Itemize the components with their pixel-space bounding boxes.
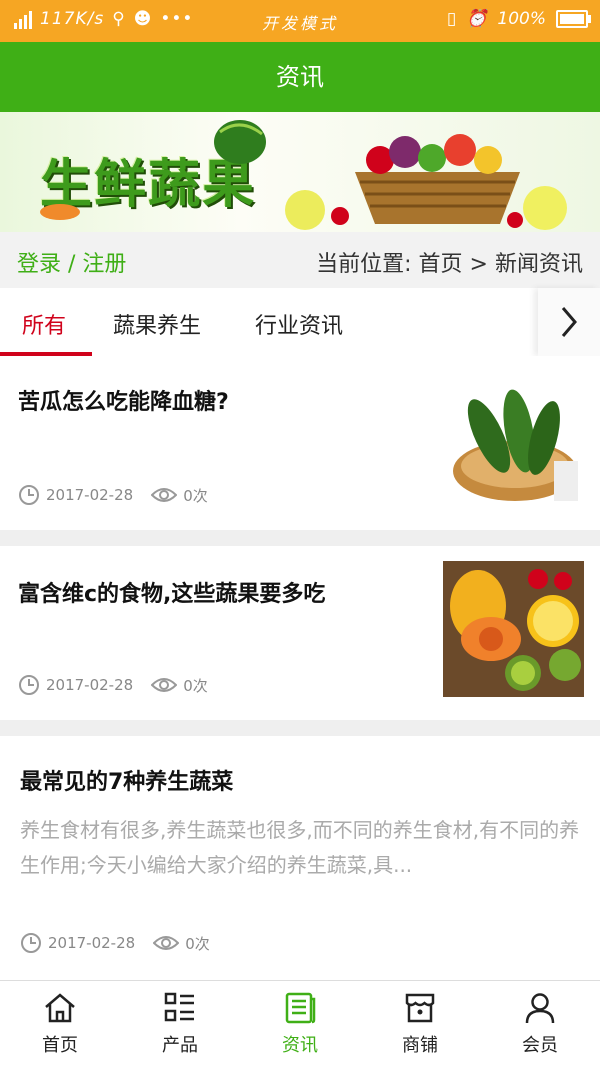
tab-industry-news[interactable]: 行业资讯 xyxy=(255,308,343,340)
home-icon xyxy=(45,993,75,1023)
article-date: 2017-02-28 xyxy=(46,486,134,504)
list-icon xyxy=(164,992,194,1022)
breadcrumb-separator: > xyxy=(469,252,488,277)
tabs-next-button[interactable] xyxy=(538,288,600,356)
page-header: 资讯 xyxy=(0,42,600,112)
article-views: 0次 xyxy=(185,934,210,953)
battery-icon xyxy=(556,10,591,28)
category-tabs: 所有 蔬果养生 行业资讯 xyxy=(0,288,600,356)
vibrate-icon: ▯ xyxy=(446,9,457,29)
breadcrumb-current: 新闻资讯 xyxy=(494,252,583,277)
article-card[interactable]: 最常见的7种养生蔬菜 养生食材有很多,养生蔬菜也很多,而不同的养生食材,有不同的… xyxy=(0,736,600,980)
article-title[interactable]: 富含维c的食物,这些蔬果要多吃 xyxy=(18,576,325,608)
bottom-nav: 首页 产品 资讯 商铺 会员 xyxy=(0,980,600,1068)
user-icon xyxy=(525,993,555,1024)
news-icon xyxy=(285,992,316,1024)
article-card[interactable]: 富含维c的食物,这些蔬果要多吃 2017-02-28 0次 xyxy=(0,546,600,720)
nav-products-label: 产品 xyxy=(162,1035,198,1056)
article-summary: 养生食材有很多,养生蔬菜也很多,而不同的养生食材,有不同的养生作用;今天小编给大… xyxy=(20,818,580,877)
clock-icon xyxy=(19,675,39,695)
nav-products[interactable]: 产品 xyxy=(120,981,240,1068)
article-title[interactable]: 最常见的7种养生蔬菜 xyxy=(20,764,233,796)
article-meta: 2017-02-28 0次 xyxy=(18,484,226,506)
nav-store[interactable]: 商铺 xyxy=(360,981,480,1068)
clock-icon xyxy=(19,485,39,505)
article-thumbnail[interactable] xyxy=(443,561,584,697)
page-title: 资讯 xyxy=(276,63,324,91)
breadcrumb: 当前位置: 首页 > 新闻资讯 xyxy=(316,246,583,278)
article-date: 2017-02-28 xyxy=(46,676,134,694)
login-register-link[interactable]: 登录 / 注册 xyxy=(17,246,126,278)
tab-all[interactable]: 所有 xyxy=(22,308,66,340)
article-views: 0次 xyxy=(183,676,208,695)
nav-news[interactable]: 资讯 xyxy=(240,981,360,1068)
article-title[interactable]: 苦瓜怎么吃能降血糖? xyxy=(18,384,229,416)
article-meta: 2017-02-28 0次 xyxy=(20,932,228,954)
nav-home-label: 首页 xyxy=(42,1035,78,1056)
article-card[interactable]: 苦瓜怎么吃能降血糖? 2017-02-28 0次 xyxy=(0,356,600,530)
eye-icon xyxy=(151,488,178,502)
nav-member-label: 会员 xyxy=(522,1035,558,1056)
article-meta: 2017-02-28 0次 xyxy=(18,674,226,696)
bitter-melon-image xyxy=(449,376,582,509)
nav-store-label: 商铺 xyxy=(402,1035,438,1056)
nav-news-label: 资讯 xyxy=(282,1035,318,1056)
alarm-icon: ⏰ xyxy=(466,9,488,29)
status-bar: 117K/s ⚲ ☻ ••• 开发模式 ▯ ⏰ 100% xyxy=(0,0,600,42)
fruit-basket-image xyxy=(40,120,567,230)
battery-percent: 100% xyxy=(497,9,546,29)
eye-icon xyxy=(151,678,178,692)
nav-home[interactable]: 首页 xyxy=(0,981,120,1068)
article-views: 0次 xyxy=(183,486,208,505)
nav-member[interactable]: 会员 xyxy=(480,981,600,1068)
article-date: 2017-02-28 xyxy=(48,934,136,952)
fruit-platter-image xyxy=(443,561,584,697)
store-icon xyxy=(405,993,435,1023)
chevron-right-icon xyxy=(561,307,577,337)
eye-icon xyxy=(153,936,180,950)
breadcrumb-bar: 登录 / 注册 当前位置: 首页 > 新闻资讯 xyxy=(0,232,600,288)
article-thumbnail[interactable] xyxy=(449,376,582,509)
banner[interactable]: 生鲜蔬果 xyxy=(0,112,600,232)
location-label: 当前位置: xyxy=(316,252,412,277)
breadcrumb-home[interactable]: 首页 xyxy=(419,252,463,277)
clock-icon xyxy=(21,933,41,953)
tab-fruit-veg-health[interactable]: 蔬果养生 xyxy=(113,308,201,340)
